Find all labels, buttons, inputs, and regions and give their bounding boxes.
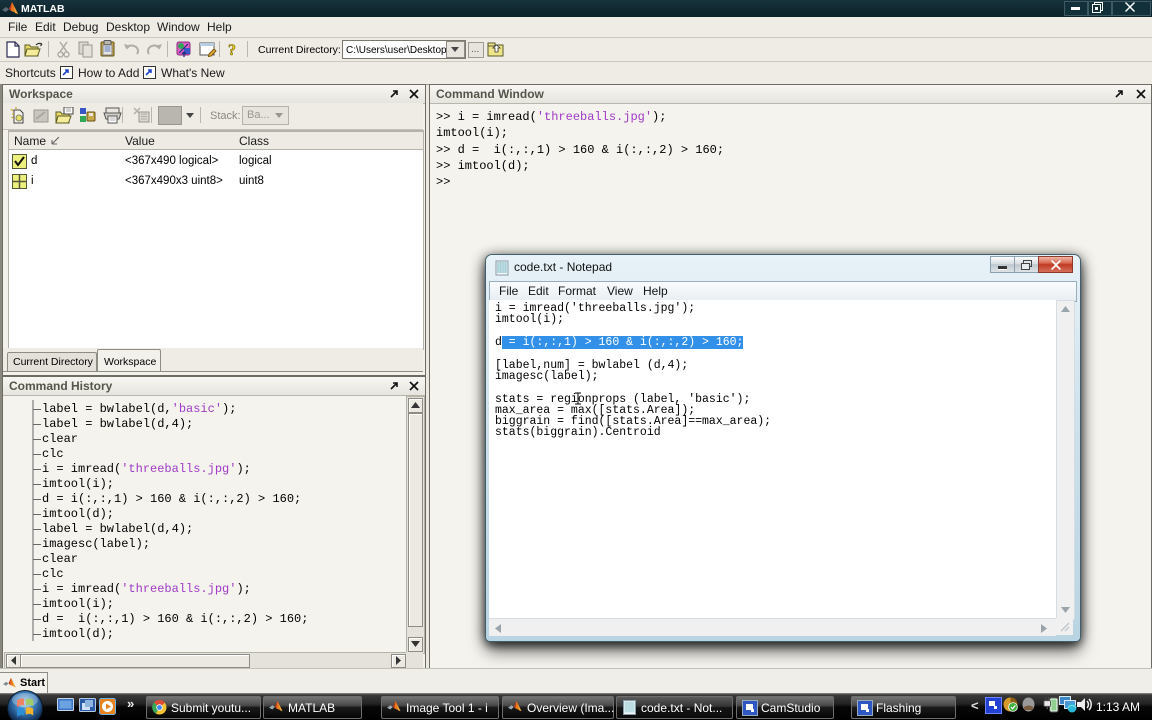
svg-text:?: ? [228,42,236,59]
